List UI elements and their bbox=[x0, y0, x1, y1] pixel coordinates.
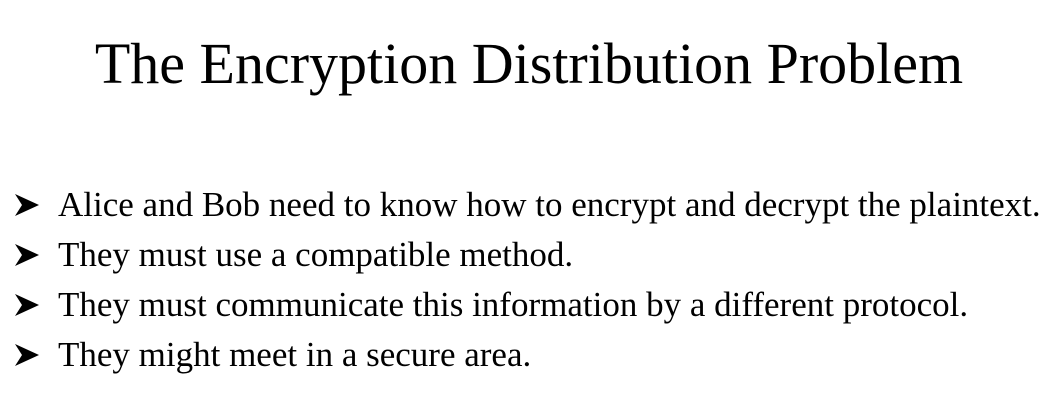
slide: The Encryption Distribution Problem Alic… bbox=[0, 0, 1058, 401]
bullet-item: They must use a compatible method. bbox=[14, 230, 1041, 280]
bullet-text: They might meet in a secure area. bbox=[58, 335, 532, 374]
arrowhead-bullet-icon bbox=[14, 293, 58, 317]
slide-title: The Encryption Distribution Problem bbox=[94, 31, 964, 96]
bullet-item: They might meet in a secure area. bbox=[14, 330, 1041, 380]
arrowhead-bullet-icon bbox=[14, 193, 58, 217]
arrowhead-bullet-icon bbox=[14, 343, 58, 367]
bullet-text: Alice and Bob need to know how to encryp… bbox=[58, 185, 1041, 224]
arrowhead-bullet-icon bbox=[14, 243, 58, 267]
bullet-text: They must use a compatible method. bbox=[58, 235, 574, 274]
bullet-text: They must communicate this information b… bbox=[58, 285, 969, 324]
bullet-item: Alice and Bob need to know how to encryp… bbox=[14, 180, 1041, 230]
bullet-list: Alice and Bob need to know how to encryp… bbox=[14, 180, 1041, 380]
bullet-item: They must communicate this information b… bbox=[14, 280, 1041, 330]
